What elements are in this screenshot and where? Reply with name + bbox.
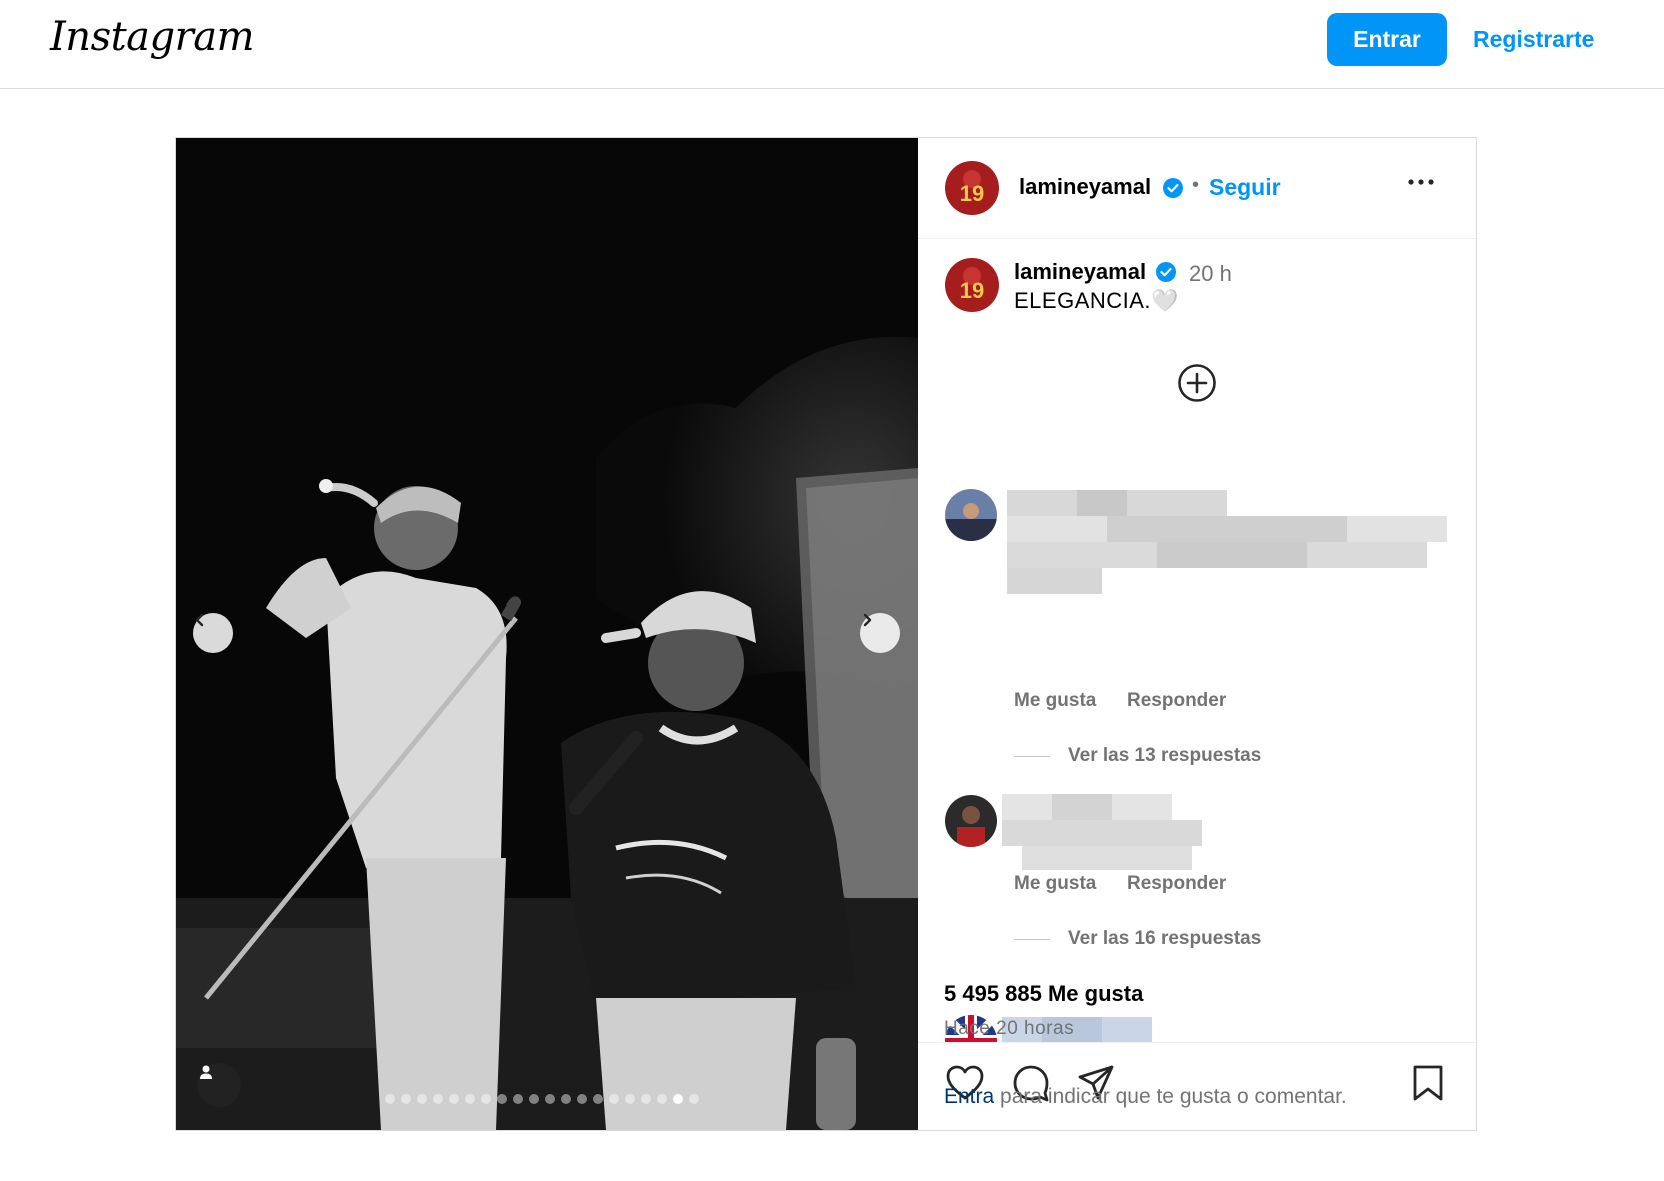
login-prompt: Entra para indicar que te gusta o coment… xyxy=(944,1085,1347,1109)
carousel-prev-button[interactable] xyxy=(193,613,233,653)
carousel-dot xyxy=(641,1094,651,1104)
caption-text: ELEGANCIA.🤍 xyxy=(1014,288,1179,313)
tagged-users-button[interactable] xyxy=(197,1063,241,1107)
login-link[interactable]: Entra xyxy=(944,1085,994,1108)
carousel-dot xyxy=(609,1094,619,1104)
comment-like-link[interactable]: Me gusta xyxy=(1014,873,1096,895)
post-details-panel: 19 lamineyamal • Seguir 19 lamineyamal 2… xyxy=(918,138,1476,1130)
signup-link[interactable]: Registrarte xyxy=(1473,26,1594,53)
instagram-logo[interactable]: Instagram xyxy=(50,14,255,60)
comment-like-link[interactable]: Me gusta xyxy=(1014,690,1096,712)
carousel-dot xyxy=(625,1094,635,1104)
view-replies-link[interactable]: Ver las 13 respuestas xyxy=(1068,745,1261,767)
carousel-dot xyxy=(545,1094,555,1104)
avatar-image xyxy=(945,1015,997,1042)
avatar-image: 19 xyxy=(945,258,999,312)
carousel-dot xyxy=(385,1094,395,1104)
carousel-dot xyxy=(465,1094,475,1104)
avatar-image xyxy=(945,489,997,541)
blurred-comment-text xyxy=(1002,794,1202,870)
chevron-left-icon xyxy=(195,613,204,627)
separator-dot: • xyxy=(1192,174,1200,196)
replies-divider xyxy=(1014,939,1050,940)
comments-section[interactable]: 19 lamineyamal 20 h ELEGANCIA.🤍 Me gusta xyxy=(918,239,1476,1042)
login-prompt-text: para indicar que te gusta o comentar. xyxy=(994,1085,1347,1108)
verified-badge-icon xyxy=(1163,178,1183,198)
carousel-dot xyxy=(417,1094,427,1104)
chevron-right-icon xyxy=(863,613,872,627)
plus-circle-icon[interactable] xyxy=(1177,363,1217,403)
verified-badge-icon xyxy=(1156,262,1176,282)
post-header: 19 lamineyamal • Seguir xyxy=(918,138,1476,239)
caption-username[interactable]: lamineyamal xyxy=(1014,259,1146,285)
caption-timestamp: 20 h xyxy=(1189,261,1232,286)
more-options-icon[interactable] xyxy=(1407,178,1435,186)
svg-text:19: 19 xyxy=(960,278,984,303)
carousel-dot xyxy=(561,1094,571,1104)
carousel-dot xyxy=(529,1094,539,1104)
author-avatar[interactable]: 19 xyxy=(945,161,999,215)
carousel-dot xyxy=(513,1094,523,1104)
photo-illustration xyxy=(176,138,918,1130)
comment-reply-link[interactable]: Responder xyxy=(1127,873,1226,895)
carousel-dot xyxy=(577,1094,587,1104)
blurred-comment-text xyxy=(1007,490,1447,594)
comment-reply-link[interactable]: Responder xyxy=(1127,690,1226,712)
commenter-avatar[interactable] xyxy=(945,489,997,541)
login-button[interactable]: Entrar xyxy=(1327,13,1447,66)
replies-divider xyxy=(1014,756,1050,757)
caption-avatar[interactable]: 19 xyxy=(945,258,999,312)
carousel-dot xyxy=(497,1094,507,1104)
bookmark-icon[interactable] xyxy=(1411,1063,1445,1103)
user-tag-icon xyxy=(200,1065,212,1079)
carousel-dot xyxy=(481,1094,491,1104)
commenter-avatar[interactable] xyxy=(945,795,997,847)
post-container: 19 lamineyamal • Seguir 19 lamineyamal 2… xyxy=(175,137,1477,1131)
svg-text:19: 19 xyxy=(960,181,984,206)
commenter-avatar[interactable] xyxy=(945,1015,997,1042)
carousel-next-button[interactable] xyxy=(860,613,900,653)
carousel-dot xyxy=(657,1094,667,1104)
carousel-dot xyxy=(673,1094,683,1104)
carousel-dot xyxy=(401,1094,411,1104)
top-navigation-bar: Instagram Entrar Registrarte xyxy=(0,0,1664,89)
view-replies-link[interactable]: Ver las 16 respuestas xyxy=(1068,928,1261,950)
carousel-dot xyxy=(433,1094,443,1104)
carousel-dot xyxy=(689,1094,699,1104)
carousel-indicator xyxy=(385,1094,699,1104)
carousel-dot xyxy=(449,1094,459,1104)
carousel-dot xyxy=(593,1094,603,1104)
avatar-image xyxy=(945,795,997,847)
avatar-image: 19 xyxy=(945,161,999,215)
post-photo[interactable] xyxy=(176,138,918,1130)
author-username[interactable]: lamineyamal xyxy=(1019,174,1151,200)
follow-button[interactable]: Seguir xyxy=(1209,174,1281,201)
blurred-comment-text xyxy=(1002,1017,1152,1042)
